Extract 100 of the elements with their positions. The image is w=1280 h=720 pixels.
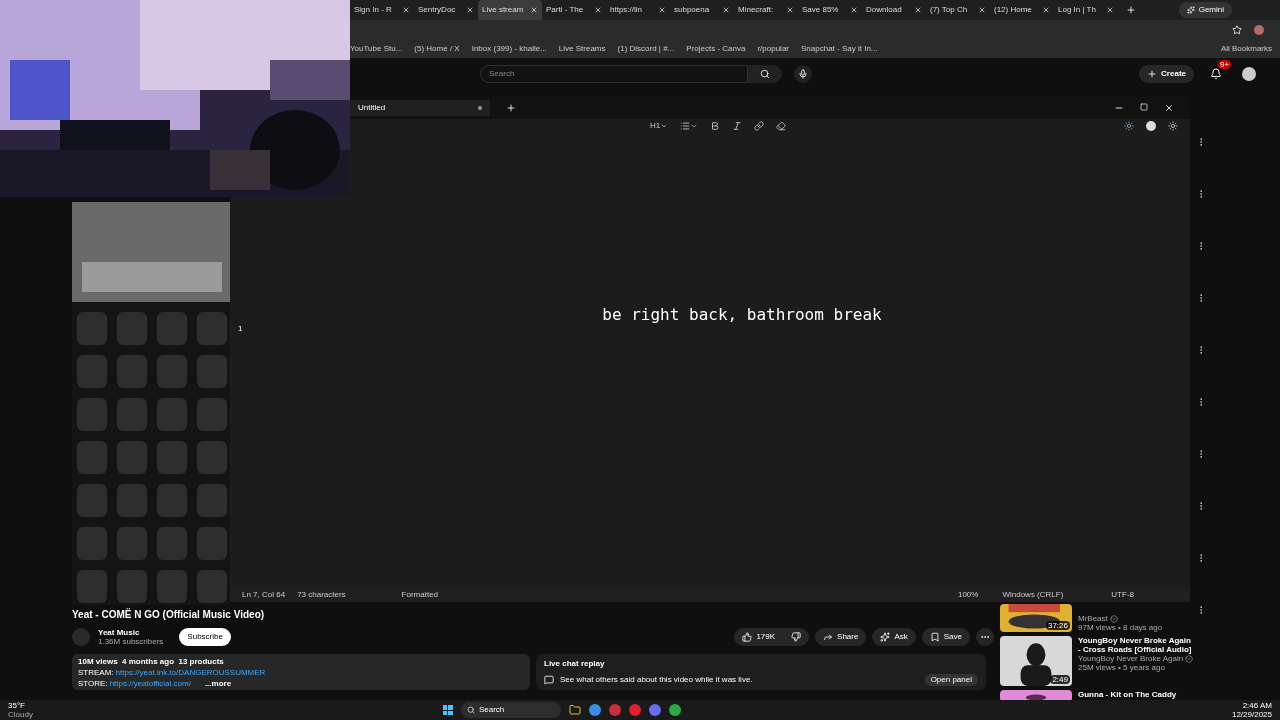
bookmark-icon bbox=[929, 632, 940, 642]
live-chat-text: See what others said about this video while it was live. bbox=[560, 674, 753, 686]
browser-tab[interactable]: Download bbox=[862, 0, 926, 20]
bookmark[interactable]: All Bookmarks bbox=[1220, 43, 1280, 55]
browser-tab[interactable]: https://lin bbox=[606, 0, 670, 20]
thumbs-up-icon bbox=[742, 632, 753, 642]
line-endings: Windows (CRLF) bbox=[1002, 589, 1064, 601]
recommendation-title[interactable]: Gunna - Kit on The Caddy bbox=[1078, 690, 1195, 699]
close-icon[interactable] bbox=[978, 6, 986, 14]
bookmark[interactable]: YouTube Stu... bbox=[350, 43, 403, 55]
browser-tab[interactable]: Save 85% bbox=[798, 0, 862, 20]
close-icon[interactable] bbox=[1106, 6, 1114, 14]
channel-name: YoungBoy Never Broke Again bbox=[1078, 654, 1184, 663]
bell-icon[interactable] bbox=[1210, 68, 1222, 80]
channel-name[interactable]: Yeat Music bbox=[98, 628, 164, 637]
view-meta: 97M views • 8 days ago bbox=[1078, 623, 1164, 632]
profile-icon[interactable] bbox=[1146, 121, 1156, 131]
dislike-button[interactable] bbox=[783, 628, 810, 646]
browser-tab[interactable]: SentryDoc bbox=[414, 0, 478, 20]
search-icon bbox=[466, 706, 475, 714]
bookmark[interactable]: Snapchat - Say it In... bbox=[801, 43, 878, 55]
description-link[interactable]: https://yeat.lnk.to/DANGEROUSSUMMER bbox=[115, 667, 266, 678]
browser-tab[interactable]: (7) Top Ch bbox=[926, 0, 990, 20]
search-button[interactable] bbox=[748, 65, 782, 83]
eraser-icon[interactable] bbox=[776, 121, 787, 131]
star-icon[interactable] bbox=[1232, 25, 1242, 35]
plus-icon bbox=[1147, 69, 1158, 79]
link-icon[interactable] bbox=[754, 121, 765, 131]
app-icon[interactable] bbox=[588, 704, 601, 716]
character-count: 73 characters bbox=[297, 589, 346, 601]
search-icon bbox=[760, 69, 770, 79]
app-icon[interactable] bbox=[668, 704, 681, 716]
gemini-button[interactable]: Gemini bbox=[1178, 2, 1232, 18]
thumbs-down-icon bbox=[791, 632, 802, 642]
app-icon[interactable] bbox=[628, 704, 641, 716]
browser-tab[interactable]: Live stream bbox=[478, 0, 542, 20]
taskbar-search[interactable]: Search bbox=[460, 702, 561, 718]
browser-tab[interactable]: Minecraft: bbox=[734, 0, 798, 20]
italic-icon[interactable] bbox=[732, 121, 743, 131]
close-icon[interactable] bbox=[850, 6, 858, 14]
share-icon bbox=[823, 632, 834, 642]
mic-icon bbox=[798, 69, 808, 79]
action-button[interactable]: Share bbox=[815, 628, 867, 646]
browser-tab[interactable]: Parti - The bbox=[542, 0, 606, 20]
bookmark[interactable]: Live Streams bbox=[558, 43, 606, 55]
chevron-icon[interactable] bbox=[690, 122, 699, 130]
description-link[interactable]: https://yeatofficial.com/ bbox=[109, 678, 191, 689]
app-icon[interactable] bbox=[648, 704, 661, 716]
new-tab-icon[interactable] bbox=[1126, 5, 1136, 15]
action-button[interactable]: Save bbox=[921, 628, 970, 646]
browser-tab[interactable]: (12) Home bbox=[990, 0, 1054, 20]
like-button[interactable]: 179K bbox=[734, 628, 784, 646]
clock-time: 2:46 AM bbox=[1242, 701, 1272, 710]
cursor-position: Ln 7, Col 64 bbox=[242, 589, 286, 601]
mic-button[interactable] bbox=[794, 65, 812, 83]
bold-icon[interactable] bbox=[710, 121, 721, 131]
action-button[interactable]: Ask bbox=[872, 628, 916, 646]
duration-badge: 2:49 bbox=[1050, 675, 1070, 684]
close-icon[interactable] bbox=[466, 6, 474, 14]
new-tab-icon[interactable] bbox=[506, 103, 516, 113]
close-icon[interactable] bbox=[402, 6, 410, 14]
more-link[interactable]: ...more bbox=[204, 678, 232, 689]
avatar[interactable] bbox=[1242, 67, 1256, 81]
close-icon[interactable] bbox=[1042, 6, 1050, 14]
heading-button[interactable]: H1 bbox=[650, 120, 661, 132]
bookmark[interactable]: Inbox (399) - khalle... bbox=[471, 43, 547, 55]
verified-icon bbox=[1185, 654, 1194, 663]
format-status: Formatted bbox=[401, 589, 439, 601]
search-field[interactable]: Search bbox=[480, 65, 748, 83]
sparkle-icon bbox=[880, 632, 891, 642]
recommendation-title[interactable]: YoungBoy Never Broke Again - Cross Roads [Official Audio] bbox=[1078, 636, 1195, 654]
bookmark[interactable]: r/popular bbox=[757, 43, 789, 55]
subscribe-button[interactable]: Subscribe bbox=[179, 628, 231, 646]
browser-tab[interactable]: Sign In - R bbox=[350, 0, 414, 20]
open-panel-button[interactable]: Open panel bbox=[924, 674, 978, 686]
more-button[interactable] bbox=[976, 628, 994, 646]
document-text: be right back, bathroom break bbox=[602, 304, 882, 326]
create-button[interactable]: Create bbox=[1139, 65, 1194, 83]
close-icon[interactable] bbox=[530, 6, 538, 14]
bookmark[interactable]: (5) Home / X bbox=[414, 43, 460, 55]
start-icon[interactable] bbox=[442, 705, 453, 715]
list-icon[interactable] bbox=[680, 121, 691, 131]
editor-tab[interactable]: Untitled bbox=[350, 100, 490, 116]
maximize-icon[interactable] bbox=[1140, 103, 1148, 111]
close-icon[interactable] bbox=[1164, 103, 1174, 113]
folder-icon[interactable] bbox=[568, 704, 581, 716]
browser-tab[interactable]: subpoena bbox=[670, 0, 734, 20]
close-icon[interactable] bbox=[594, 6, 602, 14]
app-icon[interactable] bbox=[608, 704, 621, 716]
chevron-icon[interactable] bbox=[660, 122, 669, 130]
close-icon[interactable] bbox=[914, 6, 922, 14]
browser-tab[interactable]: Log In | Th bbox=[1054, 0, 1118, 20]
verified-icon bbox=[1109, 614, 1118, 623]
bookmark[interactable]: (1) Discord | #... bbox=[617, 43, 675, 55]
close-icon[interactable] bbox=[722, 6, 730, 14]
close-icon[interactable] bbox=[786, 6, 794, 14]
close-icon[interactable] bbox=[658, 6, 666, 14]
sun-icon[interactable] bbox=[1124, 121, 1134, 131]
view-meta: 25M views • 5 years ago bbox=[1078, 663, 1166, 672]
bookmark[interactable]: Projects - Canva bbox=[686, 43, 746, 55]
